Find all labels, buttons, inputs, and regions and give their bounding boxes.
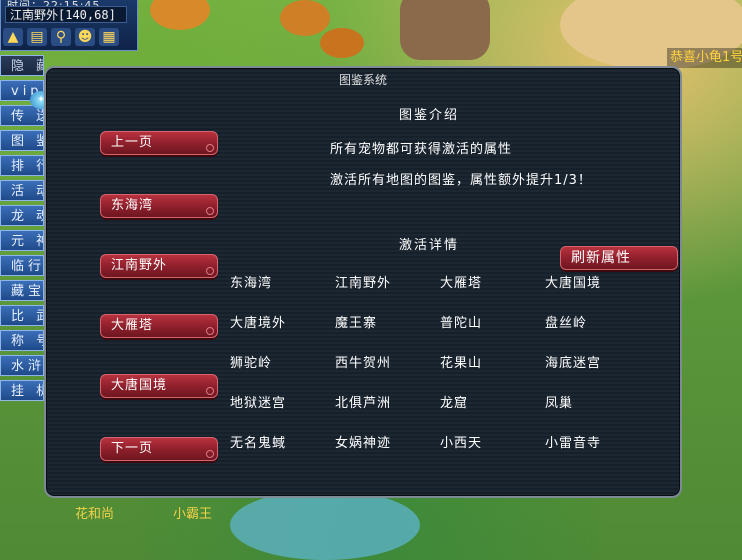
menu-item-auto[interactable]: 挂 机: [0, 380, 44, 401]
friend-icon[interactable]: ☻: [75, 28, 95, 46]
intro-line-2: 激活所有地图的图鉴，属性额外提升1/3！: [330, 173, 592, 188]
button-corner-icon: [206, 267, 214, 275]
button-corner-icon: [206, 450, 214, 458]
scenery-pumpkin: [280, 0, 330, 36]
button-corner-icon: [206, 207, 214, 215]
map-entry: 北俱芦洲: [335, 396, 392, 411]
npc-name-huaheshang[interactable]: 花和尚: [75, 503, 114, 522]
scenery-pumpkin: [320, 28, 364, 58]
menu-item-ranking[interactable]: 排 行: [0, 155, 44, 176]
map-entry: 女娲神迹: [335, 436, 392, 451]
team-icon[interactable]: ▲: [3, 28, 23, 46]
map-button-label: 大雁塔: [111, 318, 154, 333]
next-page-button[interactable]: 下一页: [100, 437, 218, 461]
map-entry: 江南野外: [335, 276, 392, 291]
map-entry: 花果山: [440, 356, 483, 371]
scenery-well: [400, 0, 490, 60]
menu-item-water-margin[interactable]: 水浒传: [0, 355, 44, 376]
map-button-label: 东海湾: [111, 198, 154, 213]
dialog-title: 图鉴系统: [338, 73, 387, 87]
prev-page-button[interactable]: 上一页: [100, 131, 218, 155]
calendar-icon[interactable]: ▦: [99, 28, 119, 46]
menu-item-dragon-soul[interactable]: 龙 魂: [0, 205, 44, 226]
menu-item-treasure[interactable]: 藏宝阁: [0, 280, 44, 301]
map-entry: 西牛贺州: [335, 356, 392, 371]
menu-item-events[interactable]: 活 动: [0, 180, 44, 201]
next-page-label: 下一页: [111, 441, 154, 456]
map-entry: 小雷音寺: [545, 436, 602, 451]
map-entry: 狮驼岭: [230, 356, 273, 371]
map-button-label: 大唐国境: [111, 378, 168, 393]
map-button-datang[interactable]: 大唐国境: [100, 374, 218, 398]
map-entry: 盘丝岭: [545, 316, 588, 331]
map-entry: 地狱迷宫: [230, 396, 287, 411]
location-panel: 时间：22:15:45 江南野外[140,68] ▲ ▤ ⚲ ☻ ▦: [0, 0, 138, 51]
menu-item-title[interactable]: 称 号: [0, 330, 44, 351]
scenery-pumpkin: [150, 0, 210, 30]
map-icon[interactable]: ▤: [27, 28, 47, 46]
map-entry: 龙窟: [440, 396, 469, 411]
map-entry: 无名鬼蜮: [230, 436, 287, 451]
map-entry: 东海湾: [230, 276, 273, 291]
map-entry: 小西天: [440, 436, 483, 451]
menu-item-spirit[interactable]: 元 神: [0, 230, 44, 251]
map-entry: 魔王寨: [335, 316, 378, 331]
map-button-dayanta[interactable]: 大雁塔: [100, 314, 218, 338]
button-corner-icon: [206, 144, 214, 152]
intro-title: 图鉴介绍: [399, 108, 460, 123]
map-entry: 凤巢: [545, 396, 574, 411]
menu-item-duel[interactable]: 比 武: [0, 305, 44, 326]
detail-title: 激活详情: [399, 238, 460, 253]
map-entry: 普陀山: [440, 316, 483, 331]
refresh-attributes-button[interactable]: 刷新属性: [560, 246, 678, 270]
map-button-donghaiwan[interactable]: 东海湾: [100, 194, 218, 218]
map-entry: 大唐境外: [230, 316, 287, 331]
map-button-jiangnan[interactable]: 江南野外: [100, 254, 218, 278]
npc-name-xiaobawang[interactable]: 小霸王: [173, 503, 212, 522]
search-icon[interactable]: ⚲: [51, 28, 71, 46]
button-corner-icon: [206, 387, 214, 395]
map-button-label: 江南野外: [111, 258, 168, 273]
hide-menu-button[interactable]: 隐 藏: [0, 55, 44, 76]
menu-item-codex[interactable]: 图 鉴: [0, 130, 44, 151]
menu-item-farewell[interactable]: 临行要: [0, 255, 44, 276]
scenery-water-effect: [230, 490, 420, 560]
codex-dialog: 图鉴系统 图鉴介绍 所有宠物都可获得激活的属性 激活所有地图的图鉴，属性额外提升…: [44, 66, 682, 498]
location-coordinates: 江南野外[140,68]: [5, 6, 127, 23]
hud-toolbar: ▲ ▤ ⚲ ☻ ▦: [3, 28, 119, 46]
system-announcement: 恭喜小龟1号: [667, 48, 742, 68]
map-entry: 大雁塔: [440, 276, 483, 291]
button-corner-icon: [206, 327, 214, 335]
map-entry: 海底迷宫: [545, 356, 602, 371]
map-activation-grid: 东海湾 江南野外 大雁塔 大唐国境 大唐境外 魔王寨 普陀山 盘丝岭 狮驼岭 西…: [230, 272, 650, 472]
map-entry: 大唐国境: [545, 276, 602, 291]
intro-line-1: 所有宠物都可获得激活的属性: [330, 142, 513, 157]
prev-page-label: 上一页: [111, 135, 154, 150]
